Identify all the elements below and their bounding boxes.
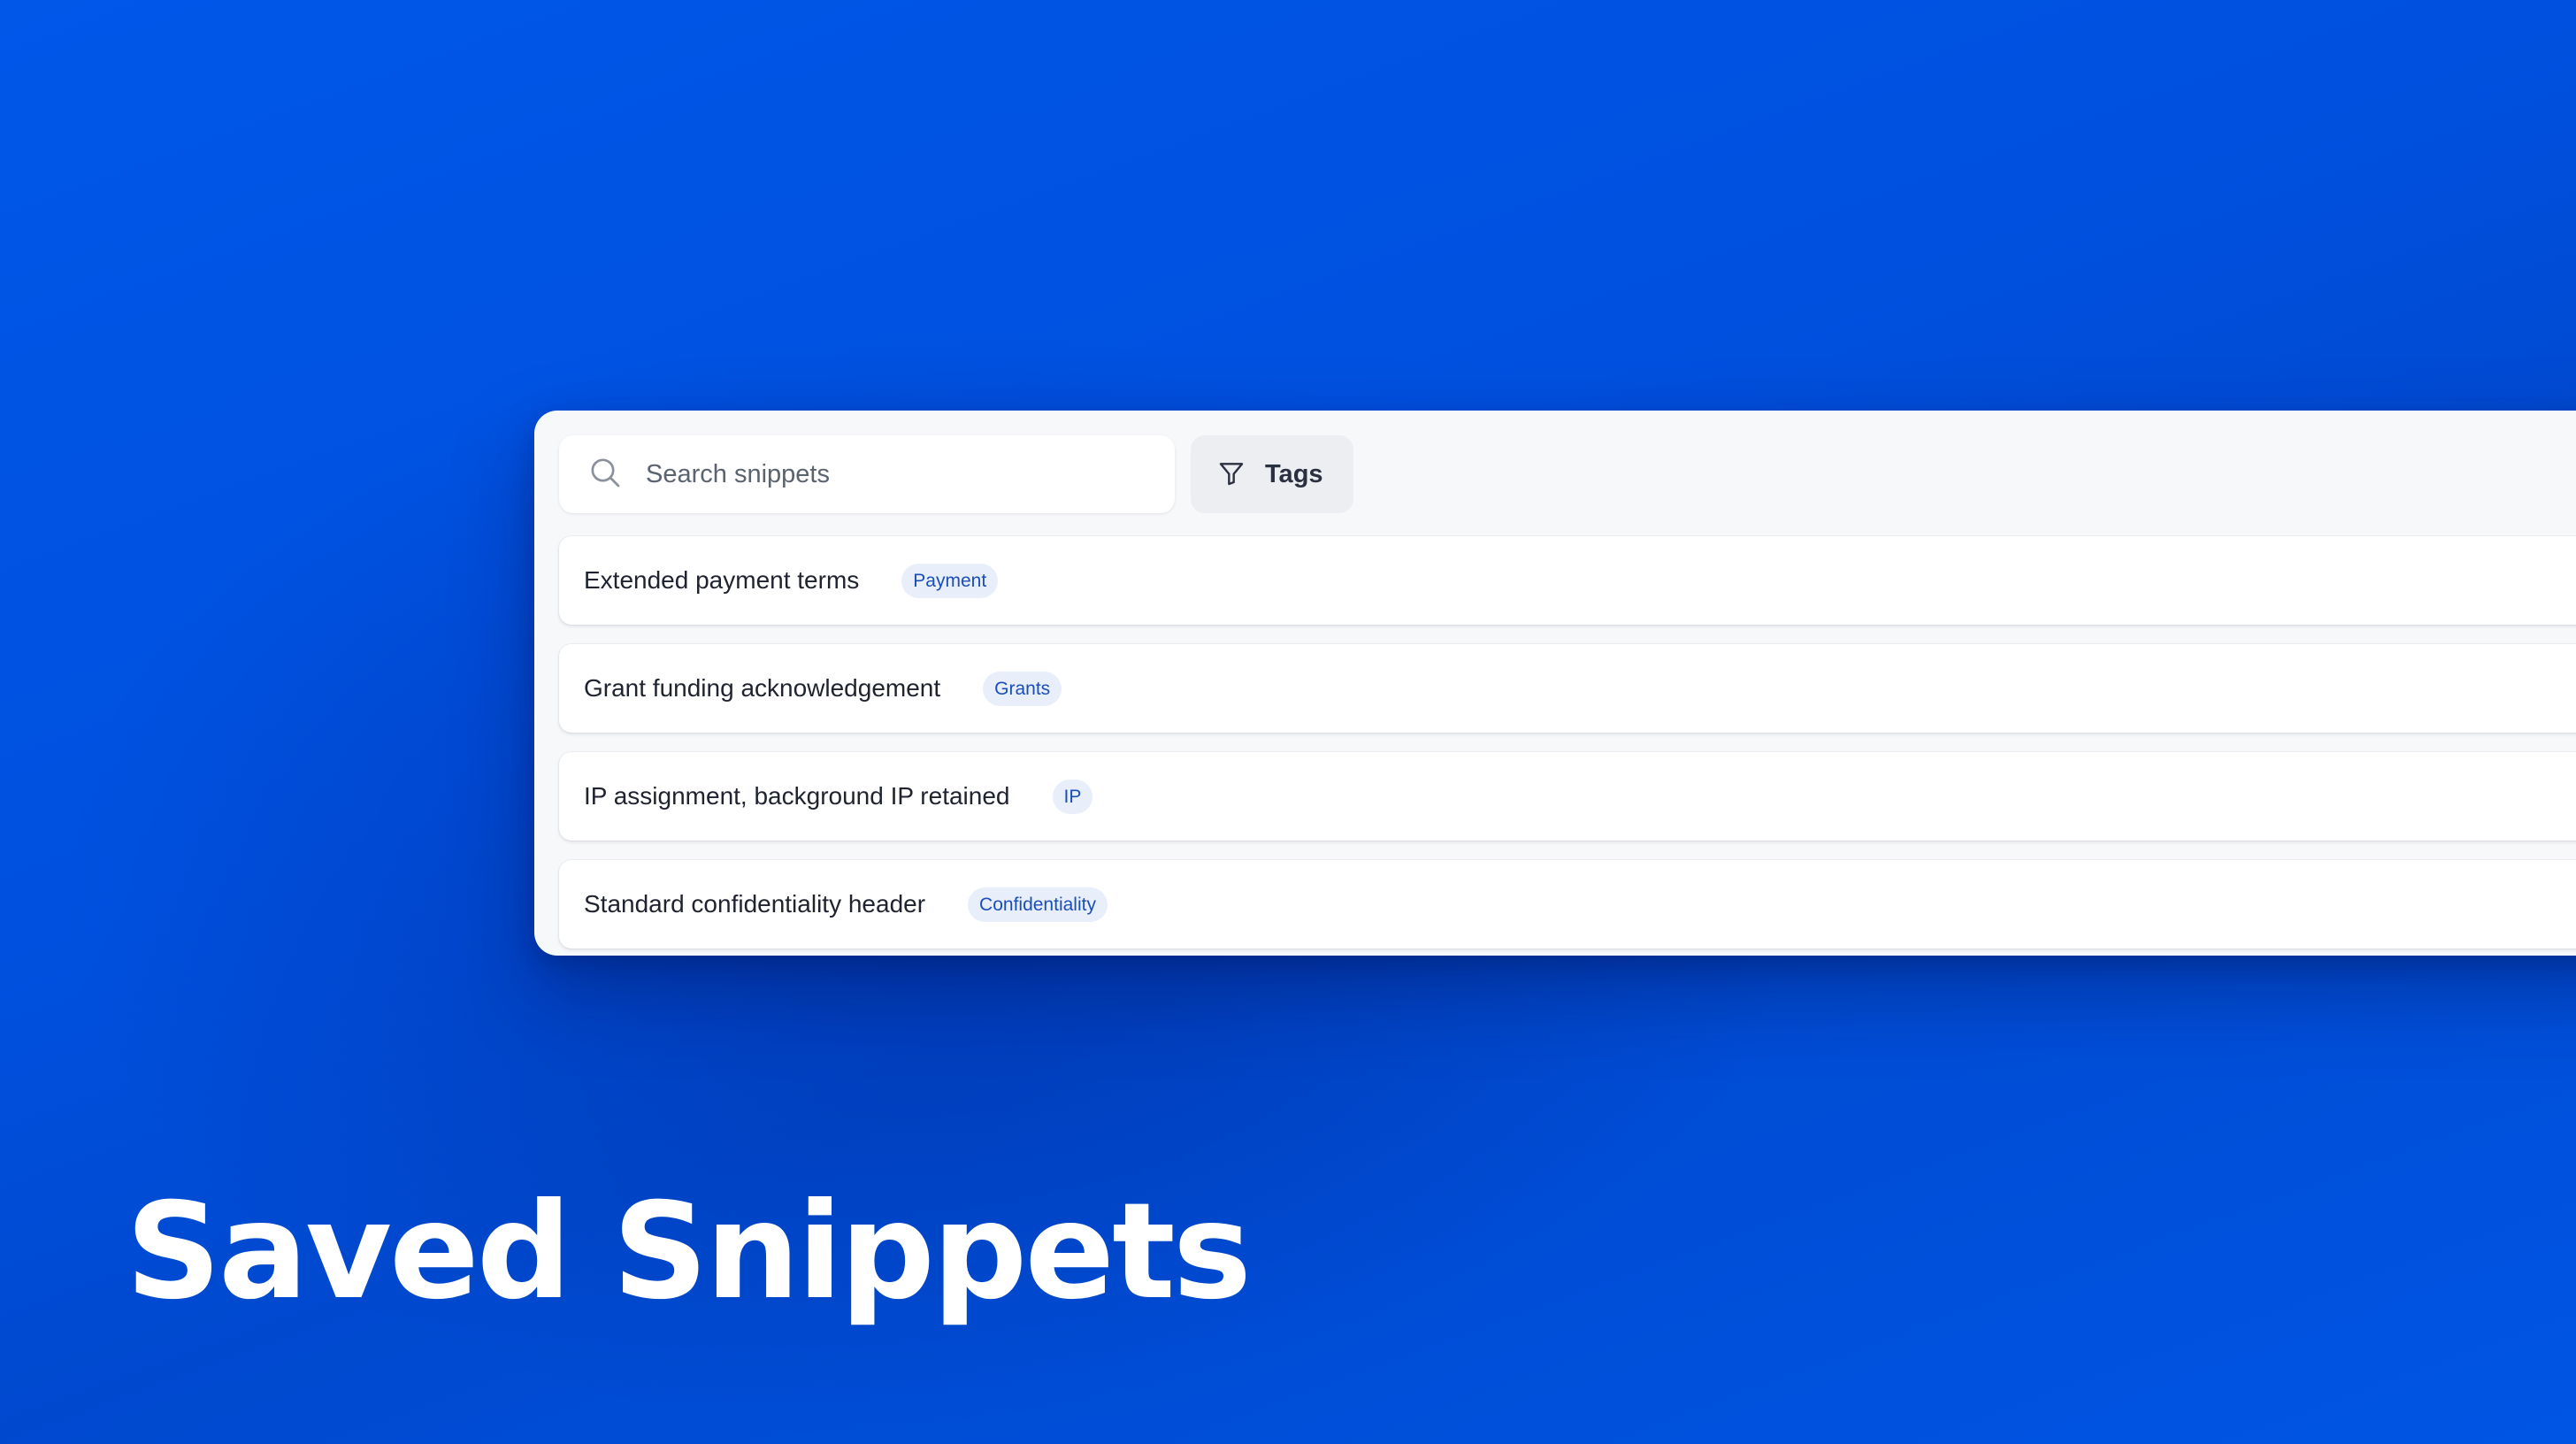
snippets-panel: Tags Extended payment terms Payment Gran… — [534, 411, 2576, 956]
snippet-row[interactable]: Standard confidentiality header Confiden… — [559, 860, 2576, 949]
snippet-row[interactable]: Grant funding acknowledgement Grants — [559, 644, 2576, 733]
tag-badge[interactable]: Payment — [901, 563, 999, 598]
search-icon — [587, 455, 623, 495]
snippet-title: Grant funding acknowledgement — [584, 674, 941, 702]
tag-badge[interactable]: IP — [1052, 779, 1093, 814]
snippet-list: Extended payment terms Payment Grant fun… — [559, 536, 2576, 956]
filter-icon — [1217, 459, 1246, 490]
tag-badge[interactable]: Confidentiality — [968, 887, 1108, 922]
tags-filter-button[interactable]: Tags — [1191, 435, 1353, 513]
headline: Saved Snippets — [126, 1175, 1252, 1329]
snippet-title: Standard confidentiality header — [584, 890, 926, 918]
tags-filter-label: Tags — [1265, 459, 1323, 488]
snippet-title: Extended payment terms — [584, 566, 860, 594]
snippet-row[interactable]: Extended payment terms Payment — [559, 536, 2576, 625]
search-input[interactable] — [646, 459, 1141, 489]
snippet-title: IP assignment, background IP retained — [584, 782, 1010, 810]
search-box[interactable] — [559, 435, 1175, 513]
tag-badge[interactable]: Grants — [983, 671, 1062, 706]
snippet-row[interactable]: IP assignment, background IP retained IP — [559, 752, 2576, 841]
